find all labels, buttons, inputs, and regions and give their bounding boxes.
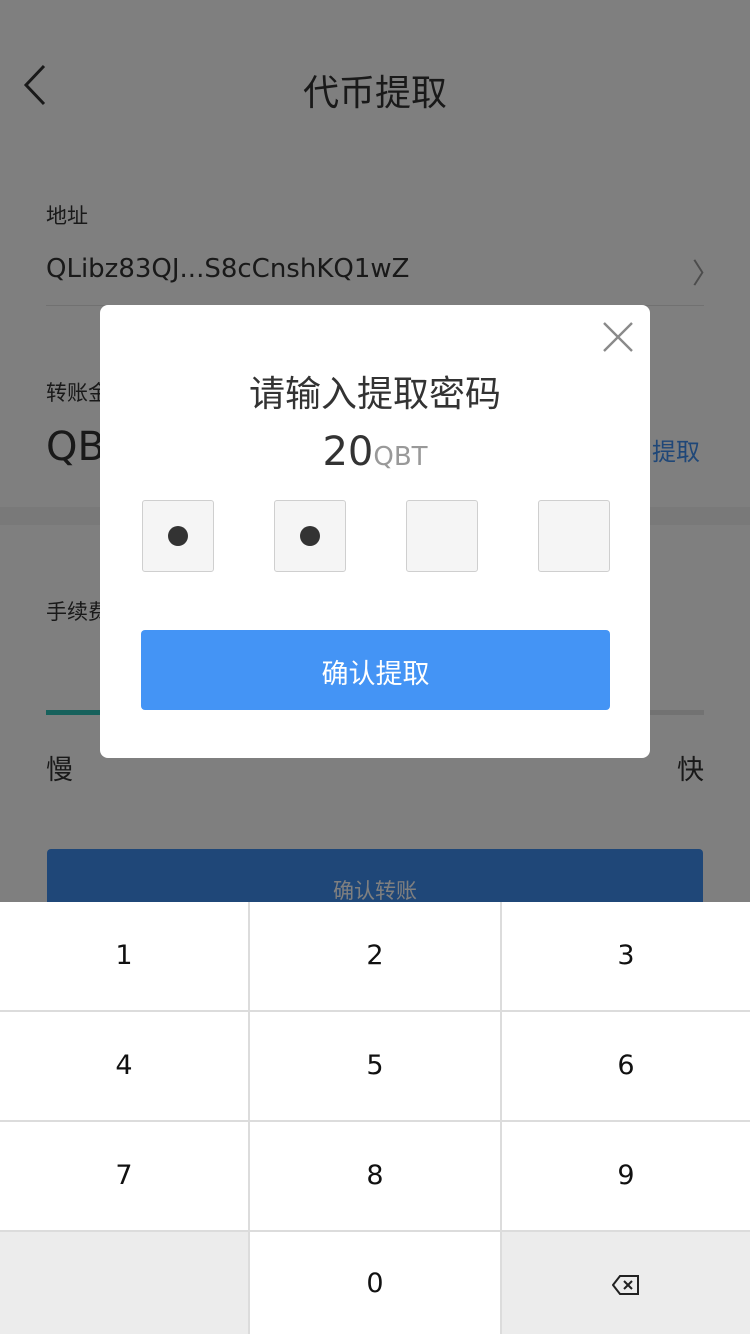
key-label: 0: [366, 1268, 384, 1299]
dialog-title: 请输入提取密码: [248, 374, 501, 415]
backspace-icon: [611, 1275, 639, 1295]
password-dialog: 请输入提取密码 20QBT 确认提取: [100, 305, 650, 758]
key-5[interactable]: 5: [250, 1012, 500, 1120]
key-label: 5: [366, 1050, 384, 1081]
key-empty: [0, 1232, 248, 1334]
key-0[interactable]: 0: [250, 1232, 500, 1334]
pin-input[interactable]: [142, 500, 610, 572]
amount-number: 20: [322, 429, 374, 475]
key-9[interactable]: 9: [502, 1122, 750, 1230]
close-button[interactable]: [600, 319, 636, 355]
dialog-amount: 20QBT: [100, 429, 650, 475]
pin-box[interactable]: [406, 500, 478, 572]
key-1[interactable]: 1: [0, 902, 248, 1010]
key-label: 7: [115, 1160, 133, 1191]
pin-dot: [168, 526, 188, 546]
key-label: 6: [617, 1050, 635, 1081]
confirm-withdraw-button[interactable]: 确认提取: [141, 630, 610, 710]
key-2[interactable]: 2: [250, 902, 500, 1010]
key-8[interactable]: 8: [250, 1122, 500, 1230]
key-label: 2: [366, 940, 384, 971]
numeric-keypad: 1 2 3 4 5 6 7 8 9 0: [0, 902, 750, 1334]
pin-box[interactable]: [274, 500, 346, 572]
key-label: 4: [115, 1050, 133, 1081]
amount-unit: QBT: [373, 442, 428, 472]
backspace-key[interactable]: [502, 1232, 750, 1334]
close-icon: [603, 322, 633, 352]
key-6[interactable]: 6: [502, 1012, 750, 1120]
key-label: 9: [617, 1160, 635, 1191]
pin-box[interactable]: [538, 500, 610, 572]
key-4[interactable]: 4: [0, 1012, 248, 1120]
key-label: 8: [366, 1160, 384, 1191]
pin-box[interactable]: [142, 500, 214, 572]
key-3[interactable]: 3: [502, 902, 750, 1010]
key-7[interactable]: 7: [0, 1122, 248, 1230]
pin-dot: [300, 526, 320, 546]
key-label: 1: [115, 940, 133, 971]
key-label: 3: [617, 940, 635, 971]
